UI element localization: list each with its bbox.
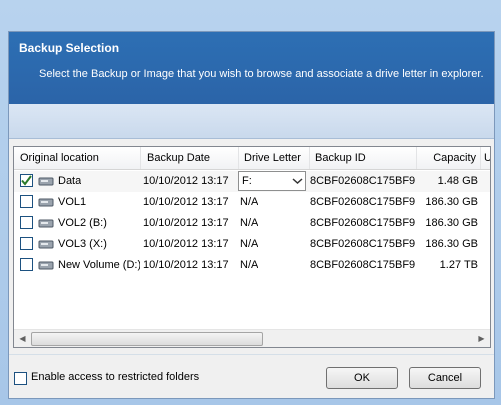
column-drive-letter[interactable]: Drive Letter xyxy=(239,147,310,169)
row-name: VOL3 (X:) xyxy=(58,238,107,250)
chevron-down-icon[interactable] xyxy=(290,172,305,190)
scroll-right-icon[interactable]: ▶ xyxy=(473,330,490,347)
row-capacity: 1.48 GB xyxy=(437,175,478,187)
restricted-folders-label: Enable access to restricted folders xyxy=(31,371,200,383)
row-capacity: 186.30 GB xyxy=(425,217,478,229)
scrollbar-thumb[interactable] xyxy=(31,332,263,346)
scroll-left-icon[interactable]: ◀ xyxy=(14,330,31,347)
row-drive-letter: N/A xyxy=(240,238,259,250)
drive-icon xyxy=(38,198,54,207)
drive-icon xyxy=(38,177,54,186)
column-backup-date[interactable]: Backup Date xyxy=(141,147,239,169)
checkmark-icon xyxy=(21,175,32,186)
row-checkbox[interactable] xyxy=(20,174,33,187)
row-date: 10/10/2012 13:17 xyxy=(143,259,229,271)
table-row[interactable]: VOL1 10/10/2012 13:17 N/A 8CBF02608C175B… xyxy=(14,192,490,213)
column-original-location[interactable]: Original location xyxy=(14,147,141,169)
row-backup-id: 8CBF02608C175BF9 xyxy=(310,175,416,187)
table-row[interactable]: New Volume (D:) 10/10/2012 13:17 N/A 8CB… xyxy=(14,255,490,276)
restricted-folders-checkbox[interactable] xyxy=(14,372,27,385)
dialog-subtitle: Select the Backup or Image that you wish… xyxy=(39,68,484,80)
drive-icon xyxy=(38,219,54,228)
row-date: 10/10/2012 13:17 xyxy=(143,238,229,250)
list-header: Original location Backup Date Drive Lett… xyxy=(14,147,490,170)
row-capacity: 186.30 GB xyxy=(425,196,478,208)
row-name: VOL1 xyxy=(58,196,87,208)
column-capacity[interactable]: Capacity xyxy=(417,147,481,169)
table-row[interactable]: Data 10/10/2012 13:17 F: 8CBF02608C175BF… xyxy=(14,171,490,192)
drive-letter-dropdown[interactable]: F: xyxy=(238,171,306,191)
dialog-client: Backup Selection Select the Backup or Im… xyxy=(8,31,495,399)
ok-button[interactable]: OK xyxy=(326,367,398,389)
row-capacity: 186.30 GB xyxy=(425,238,478,250)
row-date: 10/10/2012 13:17 xyxy=(143,217,229,229)
row-checkbox[interactable] xyxy=(20,237,33,250)
row-date: 10/10/2012 13:17 xyxy=(143,175,229,187)
row-backup-id: 8CBF02608C175BF9 xyxy=(310,259,416,271)
row-drive-letter: N/A xyxy=(240,259,259,271)
row-backup-id: 8CBF02608C175BF9 xyxy=(310,217,416,229)
row-capacity: 1.27 TB xyxy=(439,259,478,271)
banner-strip xyxy=(9,104,494,139)
row-name: Data xyxy=(58,175,82,187)
table-row[interactable]: VOL2 (B:) 10/10/2012 13:17 N/A 8CBF02608… xyxy=(14,213,490,234)
column-backup-id[interactable]: Backup ID xyxy=(310,147,417,169)
divider xyxy=(9,354,494,355)
row-drive-letter: N/A xyxy=(240,217,259,229)
column-overflow[interactable]: U xyxy=(481,147,490,169)
row-date: 10/10/2012 13:17 xyxy=(143,196,229,208)
drive-letter-value: F: xyxy=(242,175,252,187)
row-name: New Volume (D:) xyxy=(58,259,140,271)
row-checkbox[interactable] xyxy=(20,195,33,208)
row-name: VOL2 (B:) xyxy=(58,217,107,229)
dialog-window: Backup Selection Select the Backup or Im… xyxy=(0,0,501,405)
row-checkbox[interactable] xyxy=(20,258,33,271)
drive-icon xyxy=(38,261,54,270)
horizontal-scrollbar[interactable]: ◀ ▶ xyxy=(14,329,490,347)
row-backup-id: 8CBF02608C175BF9 xyxy=(310,238,416,250)
row-backup-id: 8CBF02608C175BF9 xyxy=(310,196,416,208)
cancel-button[interactable]: Cancel xyxy=(409,367,481,389)
table-row[interactable]: VOL3 (X:) 10/10/2012 13:17 N/A 8CBF02608… xyxy=(14,234,490,255)
dialog-title: Backup Selection xyxy=(19,41,120,55)
backup-list[interactable]: Original location Backup Date Drive Lett… xyxy=(13,146,491,348)
row-checkbox[interactable] xyxy=(20,216,33,229)
header-banner: Backup Selection Select the Backup or Im… xyxy=(9,32,494,104)
drive-icon xyxy=(38,240,54,249)
row-drive-letter: N/A xyxy=(240,196,259,208)
